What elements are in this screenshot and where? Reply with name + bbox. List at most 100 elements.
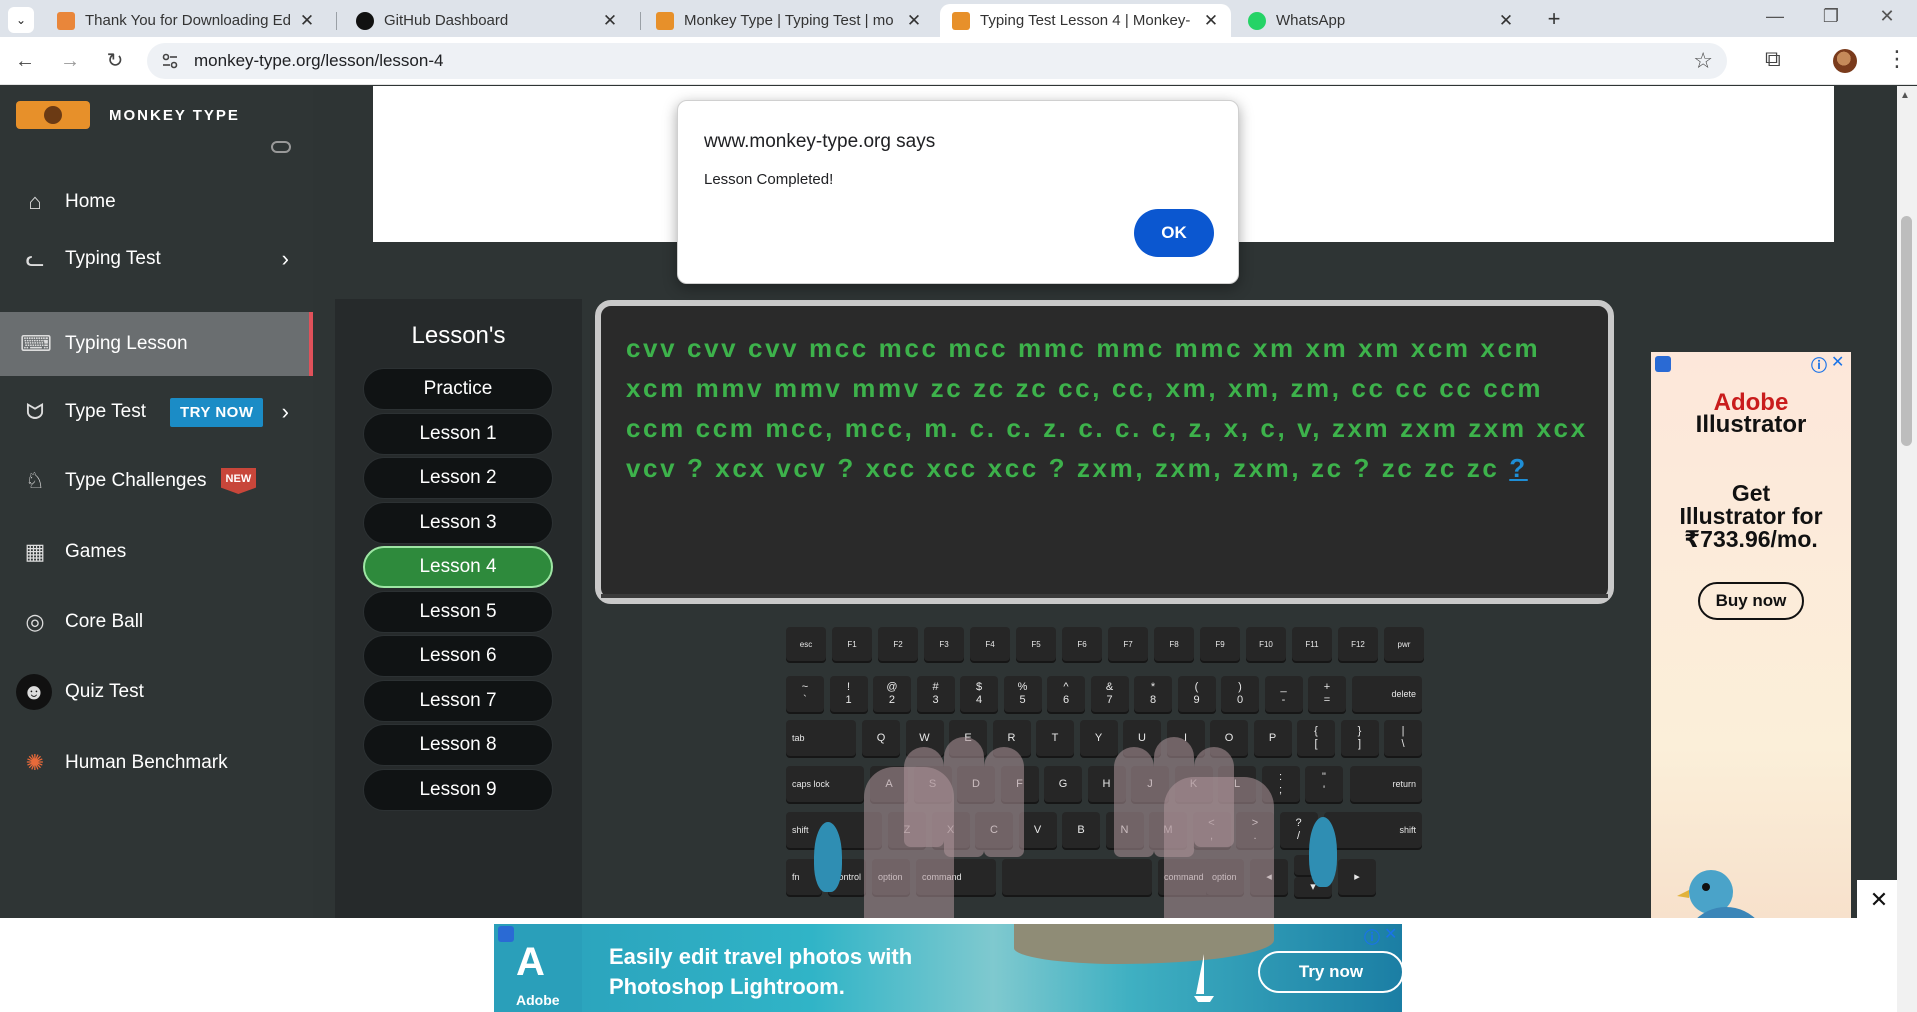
right-hand-finger bbox=[1114, 747, 1154, 857]
github-favicon-icon bbox=[356, 11, 374, 30]
monkey-logo-icon bbox=[16, 101, 90, 129]
sidebar-item-core-ball[interactable]: ◎ Core Ball bbox=[0, 590, 313, 654]
sidebar-item-typing-test[interactable]: ᓚ Typing Test › bbox=[0, 227, 313, 291]
close-tab-icon[interactable]: ✕ bbox=[299, 11, 315, 31]
lesson-6-button[interactable]: Lesson 6 bbox=[363, 635, 553, 677]
browser-toolbar: ← → ↻ monkey-type.org/lesson/lesson-4 ☆ … bbox=[0, 37, 1917, 85]
ad-close-icon[interactable]: ✕ bbox=[1384, 924, 1397, 944]
close-window-icon[interactable]: ✕ bbox=[1872, 6, 1902, 27]
lessons-panel: Lesson's Practice Lesson 1 Lesson 2 Less… bbox=[335, 299, 582, 1012]
ad-close-icon[interactable]: ✕ bbox=[1831, 352, 1844, 372]
sidebar-item-human-benchmark[interactable]: ✺ Human Benchmark bbox=[0, 731, 313, 795]
chevron-right-icon: › bbox=[281, 246, 289, 271]
typing-area[interactable]: cvv cvv cvv mcc mcc mcc mmc mmc mmc xm x… bbox=[595, 300, 1614, 604]
quiz-icon: ☻ bbox=[16, 674, 52, 710]
minimize-icon[interactable]: — bbox=[1760, 6, 1790, 27]
sidebar-item-type-challenges[interactable]: ♘ Type Challenges NEW bbox=[0, 449, 313, 513]
tab-edrawmax[interactable]: Thank You for Downloading Ed ✕ bbox=[45, 4, 327, 37]
ad-choices-icon[interactable] bbox=[1655, 356, 1671, 372]
key-num: @ 2 bbox=[873, 676, 911, 712]
back-icon[interactable]: ← bbox=[11, 47, 39, 75]
lesson-4-button[interactable]: Lesson 4 bbox=[363, 546, 553, 588]
side-ad[interactable]: ⓘ ✕ Adobe Illustrator Get Illustrator fo… bbox=[1651, 352, 1851, 1012]
forward-icon[interactable]: → bbox=[56, 47, 84, 75]
profile-avatar[interactable] bbox=[1833, 49, 1857, 73]
sidebar-item-type-test[interactable]: ᗢ Type Test TRY NOW › bbox=[0, 380, 313, 444]
ok-button[interactable]: OK bbox=[1134, 209, 1214, 257]
tab-whatsapp[interactable]: WhatsApp ✕ bbox=[1236, 4, 1526, 37]
chrome-menu-icon[interactable]: ⋮ bbox=[1886, 46, 1908, 72]
new-tab-icon[interactable]: + bbox=[1541, 7, 1567, 33]
page-scrollbar[interactable]: ▲ bbox=[1897, 86, 1917, 1012]
sidebar-item-label: Core Ball bbox=[65, 611, 144, 632]
award-icon: ♘ bbox=[25, 468, 45, 493]
sidebar-item-home[interactable]: ⌂ Home bbox=[0, 170, 313, 234]
tab-github[interactable]: GitHub Dashboard ✕ bbox=[344, 4, 630, 37]
close-tab-icon[interactable]: ✕ bbox=[1203, 11, 1219, 31]
tab-typing-lesson-active[interactable]: Typing Test Lesson 4 | Monkey- ✕ bbox=[940, 4, 1231, 37]
close-tab-icon[interactable]: ✕ bbox=[602, 11, 618, 31]
sidebar-item-label: Typing Lesson bbox=[65, 333, 188, 354]
key-esc: esc bbox=[786, 627, 826, 661]
key-letter: Y bbox=[1079, 720, 1118, 756]
reload-icon[interactable]: ↻ bbox=[101, 47, 129, 75]
cat-icon: ᓚ bbox=[25, 246, 45, 271]
dialog-message: Lesson Completed! bbox=[704, 171, 834, 188]
key-return: return bbox=[1350, 766, 1422, 802]
key-f10: F10 bbox=[1246, 627, 1286, 661]
keyboard-icon: ⌨ bbox=[20, 331, 52, 356]
lesson-2-button[interactable]: Lesson 2 bbox=[363, 457, 553, 499]
tab-title: Thank You for Downloading Ed bbox=[85, 12, 291, 29]
key-f5: F5 bbox=[1016, 627, 1056, 661]
scroll-up-icon[interactable]: ▲ bbox=[1900, 90, 1910, 101]
lesson-7-button[interactable]: Lesson 7 bbox=[363, 680, 553, 722]
close-tab-icon[interactable]: ✕ bbox=[1498, 11, 1514, 31]
scroll-thumb[interactable] bbox=[1901, 216, 1912, 446]
current-character: ? bbox=[1509, 453, 1528, 483]
typing-area-divider bbox=[601, 594, 1608, 598]
key-pwr: pwr bbox=[1384, 627, 1424, 661]
alert-dialog: www.monkey-type.org says Lesson Complete… bbox=[677, 100, 1239, 284]
sidebar-item-label: Type Challenges bbox=[65, 470, 207, 491]
tab-strip: ⌄ Thank You for Downloading Ed ✕ GitHub … bbox=[0, 0, 1917, 37]
ad-info-icon[interactable]: ⓘ bbox=[1364, 924, 1380, 948]
key-letter: V bbox=[1018, 812, 1057, 848]
lesson-3-button[interactable]: Lesson 3 bbox=[363, 502, 553, 544]
adobe-label: Adobe bbox=[516, 992, 560, 1008]
restore-icon[interactable]: ❐ bbox=[1816, 6, 1846, 27]
key-letter: Q bbox=[862, 720, 900, 756]
close-tab-icon[interactable]: ✕ bbox=[906, 11, 922, 31]
island-graphic bbox=[1014, 924, 1274, 964]
extensions-icon[interactable]: ⧉ bbox=[1765, 46, 1781, 72]
brand[interactable]: MONKEY TYPE bbox=[16, 100, 240, 130]
close-ad-icon[interactable]: ✕ bbox=[1857, 880, 1901, 920]
sidebar-item-games[interactable]: ▦ Games bbox=[0, 520, 313, 584]
lesson-5-button[interactable]: Lesson 5 bbox=[363, 591, 553, 633]
ad-choices-icon[interactable] bbox=[498, 926, 514, 942]
address-bar[interactable]: monkey-type.org/lesson/lesson-4 ☆ bbox=[147, 43, 1727, 79]
tab-monkey-type[interactable]: Monkey Type | Typing Test | mo ✕ bbox=[644, 4, 934, 37]
site-info-icon[interactable] bbox=[161, 52, 179, 70]
try-now-button[interactable]: Try now bbox=[1258, 951, 1402, 993]
lesson-9-button[interactable]: Lesson 9 bbox=[363, 769, 553, 811]
key-caps-lock: caps lock bbox=[786, 766, 864, 802]
ad-buy-now-button[interactable]: Buy now bbox=[1698, 582, 1804, 620]
lesson-practice-button[interactable]: Practice bbox=[363, 368, 553, 410]
arrow-right-icon: ▸ bbox=[1338, 859, 1376, 895]
ad-info-icon[interactable]: ⓘ bbox=[1811, 352, 1827, 376]
bookmark-star-icon[interactable]: ☆ bbox=[1693, 48, 1713, 74]
sidebar-item-label: Typing Test bbox=[65, 248, 161, 269]
lesson-1-button[interactable]: Lesson 1 bbox=[363, 413, 553, 455]
adobe-a-icon: A bbox=[516, 940, 545, 984]
bottom-ad[interactable]: A Adobe Easily edit travel photos with P… bbox=[494, 924, 1402, 1012]
sidebar-item-typing-lesson[interactable]: ⌨ Typing Lesson bbox=[0, 312, 313, 376]
sidebar-item-quiz-test[interactable]: ☻ Quiz Test bbox=[0, 660, 313, 724]
lesson-8-button[interactable]: Lesson 8 bbox=[363, 724, 553, 766]
key-f7: F7 bbox=[1108, 627, 1148, 661]
tab-search-dropdown-icon[interactable]: ⌄ bbox=[8, 7, 34, 33]
key-letter: { [ bbox=[1297, 720, 1335, 756]
theme-toggle[interactable] bbox=[271, 141, 291, 153]
sidebar-item-label: Games bbox=[65, 541, 127, 562]
key-tab: tab bbox=[786, 720, 856, 756]
key-f4: F4 bbox=[970, 627, 1010, 661]
